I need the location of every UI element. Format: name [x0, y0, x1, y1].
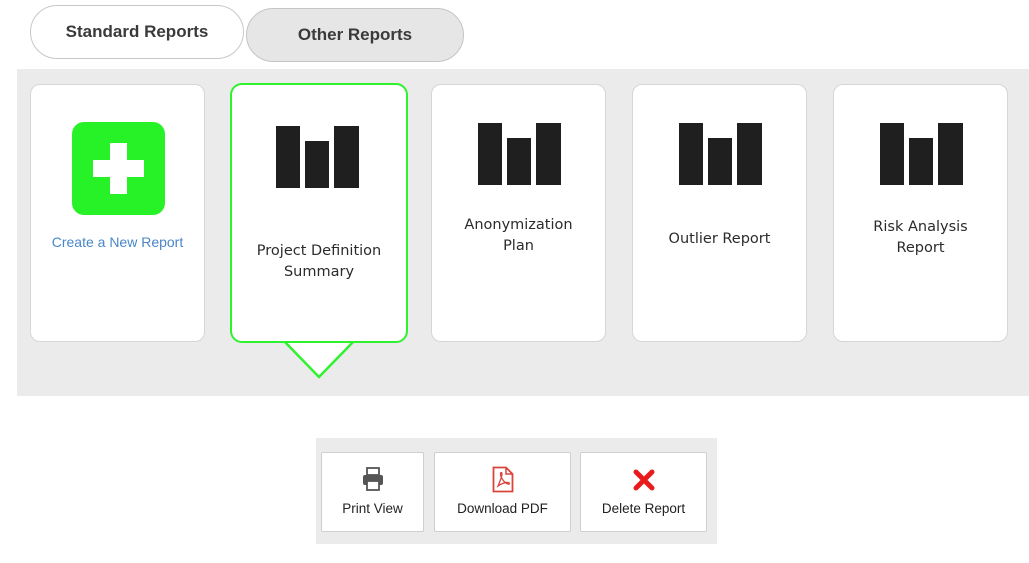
- project-definition-summary-card[interactable]: Project Definition Summary: [230, 83, 408, 343]
- bar-chart-icon: [679, 123, 762, 185]
- plus-icon: [72, 122, 165, 215]
- print-view-label: Print View: [342, 501, 403, 516]
- printer-icon: [362, 467, 383, 491]
- delete-report-label: Delete Report: [601, 501, 686, 516]
- download-pdf-button[interactable]: Download PDF: [434, 452, 571, 532]
- bar-chart-icon: [478, 123, 561, 185]
- delete-report-button[interactable]: Delete Report: [580, 452, 707, 532]
- outlier-report-label: Outlier Report: [668, 231, 771, 247]
- pointer-join: [284, 338, 354, 341]
- pdf-icon: [492, 466, 513, 493]
- tab-standard-reports-label: Standard Reports: [65, 22, 209, 41]
- create-new-report-label: Create a New Report: [51, 234, 184, 250]
- tab-other-reports[interactable]: Other Reports: [246, 8, 464, 62]
- risk-analysis-report-label: Risk Analysis Report: [873, 219, 968, 256]
- tab-other-reports-label: Other Reports: [297, 25, 413, 44]
- tab-standard-reports[interactable]: Standard Reports: [30, 5, 244, 59]
- bar-chart-icon: [880, 123, 963, 185]
- risk-analysis-report-card[interactable]: Risk Analysis Report: [833, 84, 1008, 342]
- anonymization-plan-card[interactable]: Anonymization Plan: [431, 84, 606, 342]
- project-definition-summary-label: Project Definition Summary: [256, 243, 382, 280]
- anonymization-plan-label: Anonymization Plan: [464, 217, 573, 254]
- outlier-report-card[interactable]: Outlier Report: [632, 84, 807, 342]
- print-view-button[interactable]: Print View: [321, 452, 424, 532]
- selection-pointer: [282, 340, 356, 379]
- bar-chart-icon: [276, 126, 359, 188]
- create-new-report-card[interactable]: Create a New Report: [30, 84, 205, 342]
- close-icon: [633, 469, 654, 491]
- download-pdf-label: Download PDF: [457, 501, 548, 516]
